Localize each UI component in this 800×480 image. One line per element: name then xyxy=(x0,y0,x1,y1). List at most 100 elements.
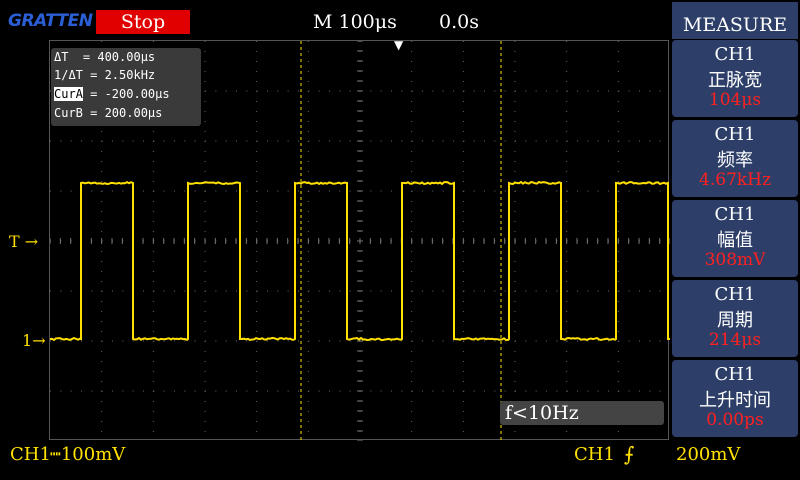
grid-dot xyxy=(370,341,371,342)
trigger-source[interactable]: CH1 xyxy=(574,444,615,465)
grid-dot xyxy=(256,351,257,352)
grid-dot xyxy=(184,141,185,142)
grid-dot xyxy=(567,291,568,292)
time-offset-readout[interactable]: 0.0s xyxy=(439,11,479,33)
grid-dot xyxy=(256,121,257,122)
grid-dot xyxy=(205,371,206,372)
grid-dot xyxy=(319,291,320,292)
grid-dot xyxy=(566,301,567,302)
grid-dot xyxy=(288,91,289,92)
channel-label[interactable]: CH1 xyxy=(10,444,51,465)
grid-dot xyxy=(153,351,154,352)
grid-dot xyxy=(618,351,619,352)
grid-dot xyxy=(515,51,516,52)
grid-dot xyxy=(370,291,371,292)
grid-dot xyxy=(649,191,650,192)
grid-dot xyxy=(443,341,444,342)
grid-dot xyxy=(246,141,247,142)
grid-dot xyxy=(153,161,154,162)
measure-value: 0.00ps xyxy=(672,410,798,430)
grid-dot xyxy=(350,91,351,92)
grid-dot xyxy=(329,141,330,142)
grid-dot xyxy=(463,171,464,172)
run-stop-button[interactable]: Stop xyxy=(96,10,190,34)
grid-dot xyxy=(288,191,289,192)
grid-dot xyxy=(153,131,154,132)
grid-dot xyxy=(205,151,206,152)
grid-dot xyxy=(411,71,412,72)
grid-dot xyxy=(546,291,547,292)
grid-dot xyxy=(308,151,309,152)
measure-item-positive-width[interactable]: CH1 正脉宽 104μs xyxy=(672,40,798,117)
grid-dot xyxy=(308,321,309,322)
grid-dot xyxy=(153,361,154,362)
grid-dot xyxy=(256,321,257,322)
grid-dot xyxy=(412,191,413,192)
measure-item-rise-time[interactable]: CH1 上升时间 0.00ps xyxy=(672,360,798,437)
grid-dot xyxy=(411,101,412,102)
grid-dot xyxy=(308,411,309,412)
grid-dot xyxy=(639,341,640,342)
grid-dot xyxy=(536,391,537,392)
grid-dot xyxy=(556,341,557,342)
grid-dot xyxy=(153,251,154,252)
grid-dot xyxy=(153,431,154,432)
timebase-readout[interactable]: M 100μs xyxy=(313,11,397,33)
grid-dot xyxy=(257,341,258,342)
measure-item-period[interactable]: CH1 周期 214μs xyxy=(672,280,798,357)
grid-dot xyxy=(412,141,413,142)
grid-dot xyxy=(411,311,412,312)
grid-dot xyxy=(205,81,206,82)
grid-dot xyxy=(91,291,92,292)
grid-dot xyxy=(566,381,567,382)
measure-item-amplitude[interactable]: CH1 幅值 308mV xyxy=(672,200,798,277)
grid-dot xyxy=(298,191,299,192)
ch1-ground-marker[interactable]: 1→ xyxy=(22,331,46,350)
grid-dot xyxy=(205,61,206,62)
trigger-level-marker[interactable]: T → xyxy=(9,232,38,251)
grid-dot xyxy=(350,341,351,342)
grid-dot xyxy=(629,91,630,92)
grid-dot xyxy=(566,41,567,42)
grid-dot xyxy=(256,281,257,282)
grid-dot xyxy=(432,391,433,392)
grid-dot xyxy=(515,361,516,362)
grid-dot xyxy=(515,201,516,202)
grid-dot xyxy=(411,51,412,52)
grid-dot xyxy=(205,321,206,322)
grid-dot xyxy=(536,141,537,142)
grid-dot xyxy=(411,261,412,262)
grid-dot xyxy=(515,311,516,312)
grid-dot xyxy=(153,221,154,222)
grid-dot xyxy=(277,291,278,292)
grid-dot xyxy=(453,91,454,92)
grid-dot xyxy=(195,191,196,192)
grid-dot xyxy=(257,141,258,142)
grid-dot xyxy=(122,341,123,342)
grid-dot xyxy=(205,421,206,422)
grid-dot xyxy=(256,111,257,112)
trigger-level-value[interactable]: 200mV xyxy=(676,444,740,465)
grid-dot xyxy=(205,191,206,192)
grid-dot xyxy=(184,391,185,392)
grid-dot xyxy=(618,201,619,202)
grid-dot xyxy=(566,181,567,182)
grid-dot xyxy=(277,391,278,392)
grid-dot xyxy=(308,71,309,72)
grid-dot xyxy=(308,111,309,112)
grid-dot xyxy=(215,291,216,292)
grid-dot xyxy=(329,391,330,392)
grid-dot xyxy=(411,301,412,302)
measure-item-frequency[interactable]: CH1 频率 4.67kHz xyxy=(672,120,798,197)
grid-dot xyxy=(267,341,268,342)
grid-dot xyxy=(566,171,567,172)
grid-dot xyxy=(308,391,309,392)
grid-dot xyxy=(494,391,495,392)
vertical-scale[interactable]: ┉100mV xyxy=(50,444,125,465)
grid-dot xyxy=(215,191,216,192)
trigger-position-marker-icon[interactable]: ▼ xyxy=(394,38,403,52)
grid-dot xyxy=(463,191,464,192)
grid-dot xyxy=(660,391,661,392)
grid-dot xyxy=(598,341,599,342)
grid-dot xyxy=(566,151,567,152)
